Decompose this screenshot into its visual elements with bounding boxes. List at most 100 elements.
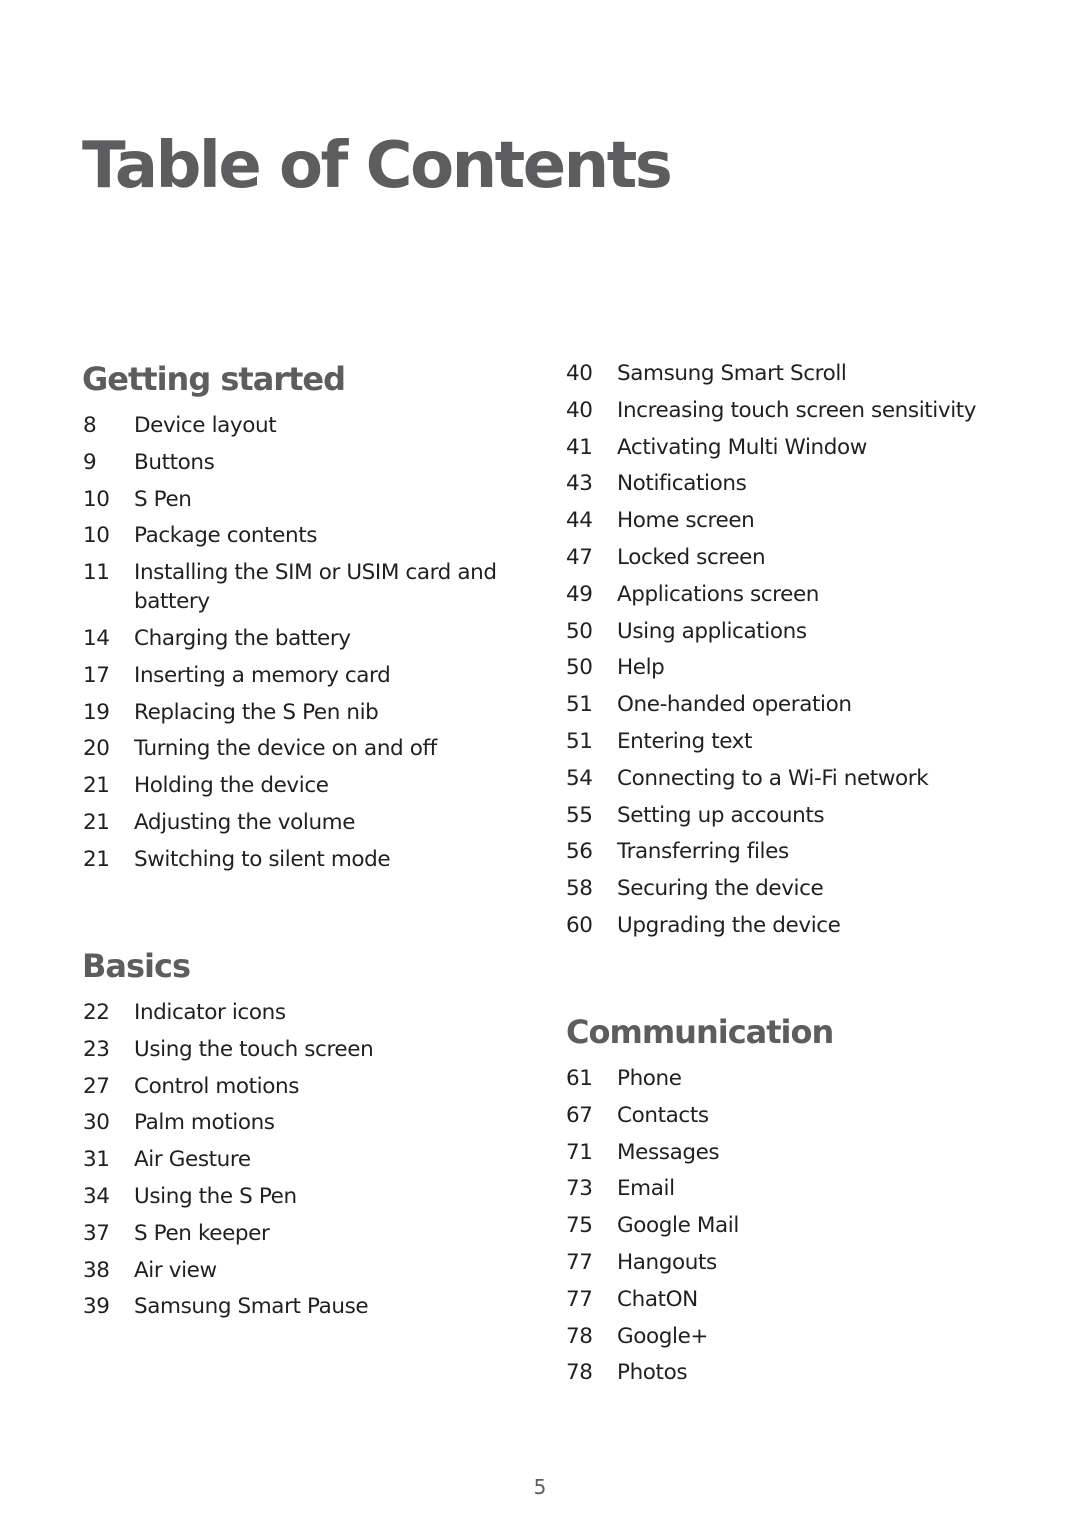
toc-entry[interactable]: 19 Replacing the S Pen nib	[83, 698, 503, 727]
toc-entry-label[interactable]: Turning the device on and off	[134, 734, 503, 763]
toc-entry[interactable]: 21 Holding the device	[83, 771, 503, 800]
toc-entry[interactable]: 61 Phone	[566, 1064, 986, 1093]
toc-entry-label[interactable]: Securing the device	[617, 874, 1006, 903]
toc-entry[interactable]: 51 One-handed operation	[566, 690, 1006, 719]
toc-entry-label[interactable]: Buttons	[134, 448, 503, 477]
toc-entry[interactable]: 67 Contacts	[566, 1101, 986, 1130]
toc-entry[interactable]: 10 S Pen	[83, 485, 503, 514]
toc-entry-label[interactable]: Messages	[617, 1138, 986, 1167]
toc-entry-label[interactable]: Connecting to a Wi-Fi network	[617, 764, 1006, 793]
toc-entry[interactable]: 41 Activating Multi Window	[566, 433, 1006, 462]
toc-entry-label[interactable]: Upgrading the device	[617, 911, 1006, 940]
toc-entry[interactable]: 44 Home screen	[566, 506, 1006, 535]
toc-entry-label[interactable]: Contacts	[617, 1101, 986, 1130]
toc-entry[interactable]: 50 Using applications	[566, 617, 1006, 646]
toc-entry[interactable]: 40 Samsung Smart Scroll	[566, 359, 1006, 388]
toc-entry-label[interactable]: Home screen	[617, 506, 1006, 535]
toc-entry-label[interactable]: Indicator icons	[134, 998, 503, 1027]
toc-entry-label[interactable]: Air view	[134, 1256, 503, 1285]
toc-entry[interactable]: 21 Switching to silent mode	[83, 845, 503, 874]
toc-entry[interactable]: 75 Google Mail	[566, 1211, 986, 1240]
toc-entry[interactable]: 9 Buttons	[83, 448, 503, 477]
toc-entry[interactable]: 30 Palm motions	[83, 1108, 503, 1137]
toc-entry[interactable]: 78 Photos	[566, 1358, 986, 1387]
toc-entry[interactable]: 60 Upgrading the device	[566, 911, 1006, 940]
toc-entry[interactable]: 20 Turning the device on and off	[83, 734, 503, 763]
toc-entry-label[interactable]: Notifications	[617, 469, 1006, 498]
toc-entry[interactable]: 49 Applications screen	[566, 580, 1006, 609]
toc-entry[interactable]: 11 Installing the SIM or USIM card and ba…	[83, 558, 503, 616]
toc-entry-label[interactable]: Transferring files	[617, 837, 1006, 866]
toc-entry-label[interactable]: Help	[617, 653, 1006, 682]
toc-entry-page: 19	[83, 699, 110, 725]
toc-entry[interactable]: 78 Google+	[566, 1322, 986, 1351]
toc-entry[interactable]: 77 ChatON	[566, 1285, 986, 1314]
toc-entry-label[interactable]: Applications screen	[617, 580, 1006, 609]
toc-entry-label[interactable]: Control motions	[134, 1072, 503, 1101]
toc-entry[interactable]: 55 Setting up accounts	[566, 801, 1006, 830]
toc-entry[interactable]: 38 Air view	[83, 1256, 503, 1285]
toc-entry-label[interactable]: Increasing touch screen sensitivity	[617, 396, 1006, 425]
toc-entry-page: 27	[83, 1073, 110, 1099]
toc-entry-label[interactable]: Entering text	[617, 727, 1006, 756]
toc-entry-label[interactable]: Email	[617, 1174, 986, 1203]
toc-entry[interactable]: 14 Charging the battery	[83, 624, 503, 653]
toc-entry-page: 56	[566, 839, 593, 865]
toc-entry-page: 78	[566, 1360, 593, 1386]
toc-entry[interactable]: 27 Control motions	[83, 1072, 503, 1101]
toc-entry[interactable]: 71 Messages	[566, 1138, 986, 1167]
toc-entry-label[interactable]: Samsung Smart Pause	[134, 1292, 503, 1321]
toc-entry-label[interactable]: Air Gesture	[134, 1145, 503, 1174]
toc-entry-label[interactable]: Setting up accounts	[617, 801, 1006, 830]
toc-entry[interactable]: 73 Email	[566, 1174, 986, 1203]
toc-entry[interactable]: 31 Air Gesture	[83, 1145, 503, 1174]
toc-entry-label[interactable]: Locked screen	[617, 543, 1006, 572]
toc-entry-label[interactable]: ChatON	[617, 1285, 986, 1314]
toc-entry-label[interactable]: Using the touch screen	[134, 1035, 503, 1064]
toc-entry-label[interactable]: Hangouts	[617, 1248, 986, 1277]
toc-entry-label[interactable]: Holding the device	[134, 771, 503, 800]
toc-entry[interactable]: 43 Notifications	[566, 469, 1006, 498]
toc-entry-label[interactable]: One-handed operation	[617, 690, 1006, 719]
toc-entry[interactable]: 10 Package contents	[83, 521, 503, 550]
toc-entry[interactable]: 56 Transferring files	[566, 837, 1006, 866]
toc-entry-label[interactable]: Switching to silent mode	[134, 845, 503, 874]
toc-entry-label[interactable]: S Pen	[134, 485, 503, 514]
toc-entry[interactable]: 77 Hangouts	[566, 1248, 986, 1277]
toc-entry[interactable]: 39 Samsung Smart Pause	[83, 1292, 503, 1321]
toc-entry-label[interactable]: Using applications	[617, 617, 1006, 646]
toc-entry[interactable]: 58 Securing the device	[566, 874, 1006, 903]
toc-entry-label[interactable]: Installing the SIM or USIM card and batt…	[134, 558, 503, 616]
toc-entry[interactable]: 54 Connecting to a Wi-Fi network	[566, 764, 1006, 793]
toc-entry-label[interactable]: Palm motions	[134, 1108, 503, 1137]
toc-entry-label[interactable]: Activating Multi Window	[617, 433, 1006, 462]
toc-entry[interactable]: 50 Help	[566, 653, 1006, 682]
toc-entry[interactable]: 21 Adjusting the volume	[83, 808, 503, 837]
toc-entry[interactable]: 51 Entering text	[566, 727, 1006, 756]
toc-entry-label[interactable]: Package contents	[134, 521, 503, 550]
toc-entry[interactable]: 47 Locked screen	[566, 543, 1006, 572]
toc-entry-label[interactable]: Replacing the S Pen nib	[134, 698, 503, 727]
toc-entry[interactable]: 22 Indicator icons	[83, 998, 503, 1027]
toc-entry-label[interactable]: Adjusting the volume	[134, 808, 503, 837]
toc-entry[interactable]: 23 Using the touch screen	[83, 1035, 503, 1064]
toc-entry-label[interactable]: Charging the battery	[134, 624, 503, 653]
toc-entry-label[interactable]: Using the S Pen	[134, 1182, 503, 1211]
toc-entry-label[interactable]: Inserting a memory card	[134, 661, 503, 690]
toc-entry[interactable]: 17 Inserting a memory card	[83, 661, 503, 690]
toc-entry-page: 40	[566, 361, 593, 386]
toc-entry-page: 10	[83, 486, 110, 512]
toc-entry-page: 67	[566, 1102, 593, 1128]
toc-entry-label[interactable]: Samsung Smart Scroll	[617, 359, 1006, 388]
toc-entry-label[interactable]: Photos	[617, 1358, 986, 1387]
page-number: 5	[533, 1475, 547, 1499]
toc-entry-label[interactable]: Google+	[617, 1322, 986, 1351]
toc-entry-label[interactable]: Phone	[617, 1064, 986, 1093]
toc-entry[interactable]: 34 Using the S Pen	[83, 1182, 503, 1211]
toc-entry[interactable]: 8 Device layout	[83, 411, 503, 440]
toc-entry[interactable]: 37 S Pen keeper	[83, 1219, 503, 1248]
toc-entry-label[interactable]: S Pen keeper	[134, 1219, 503, 1248]
toc-entry-label[interactable]: Google Mail	[617, 1211, 986, 1240]
toc-entry-label[interactable]: Device layout	[134, 411, 503, 440]
toc-entry[interactable]: 40 Increasing touch screen sensitivity	[566, 396, 1006, 425]
